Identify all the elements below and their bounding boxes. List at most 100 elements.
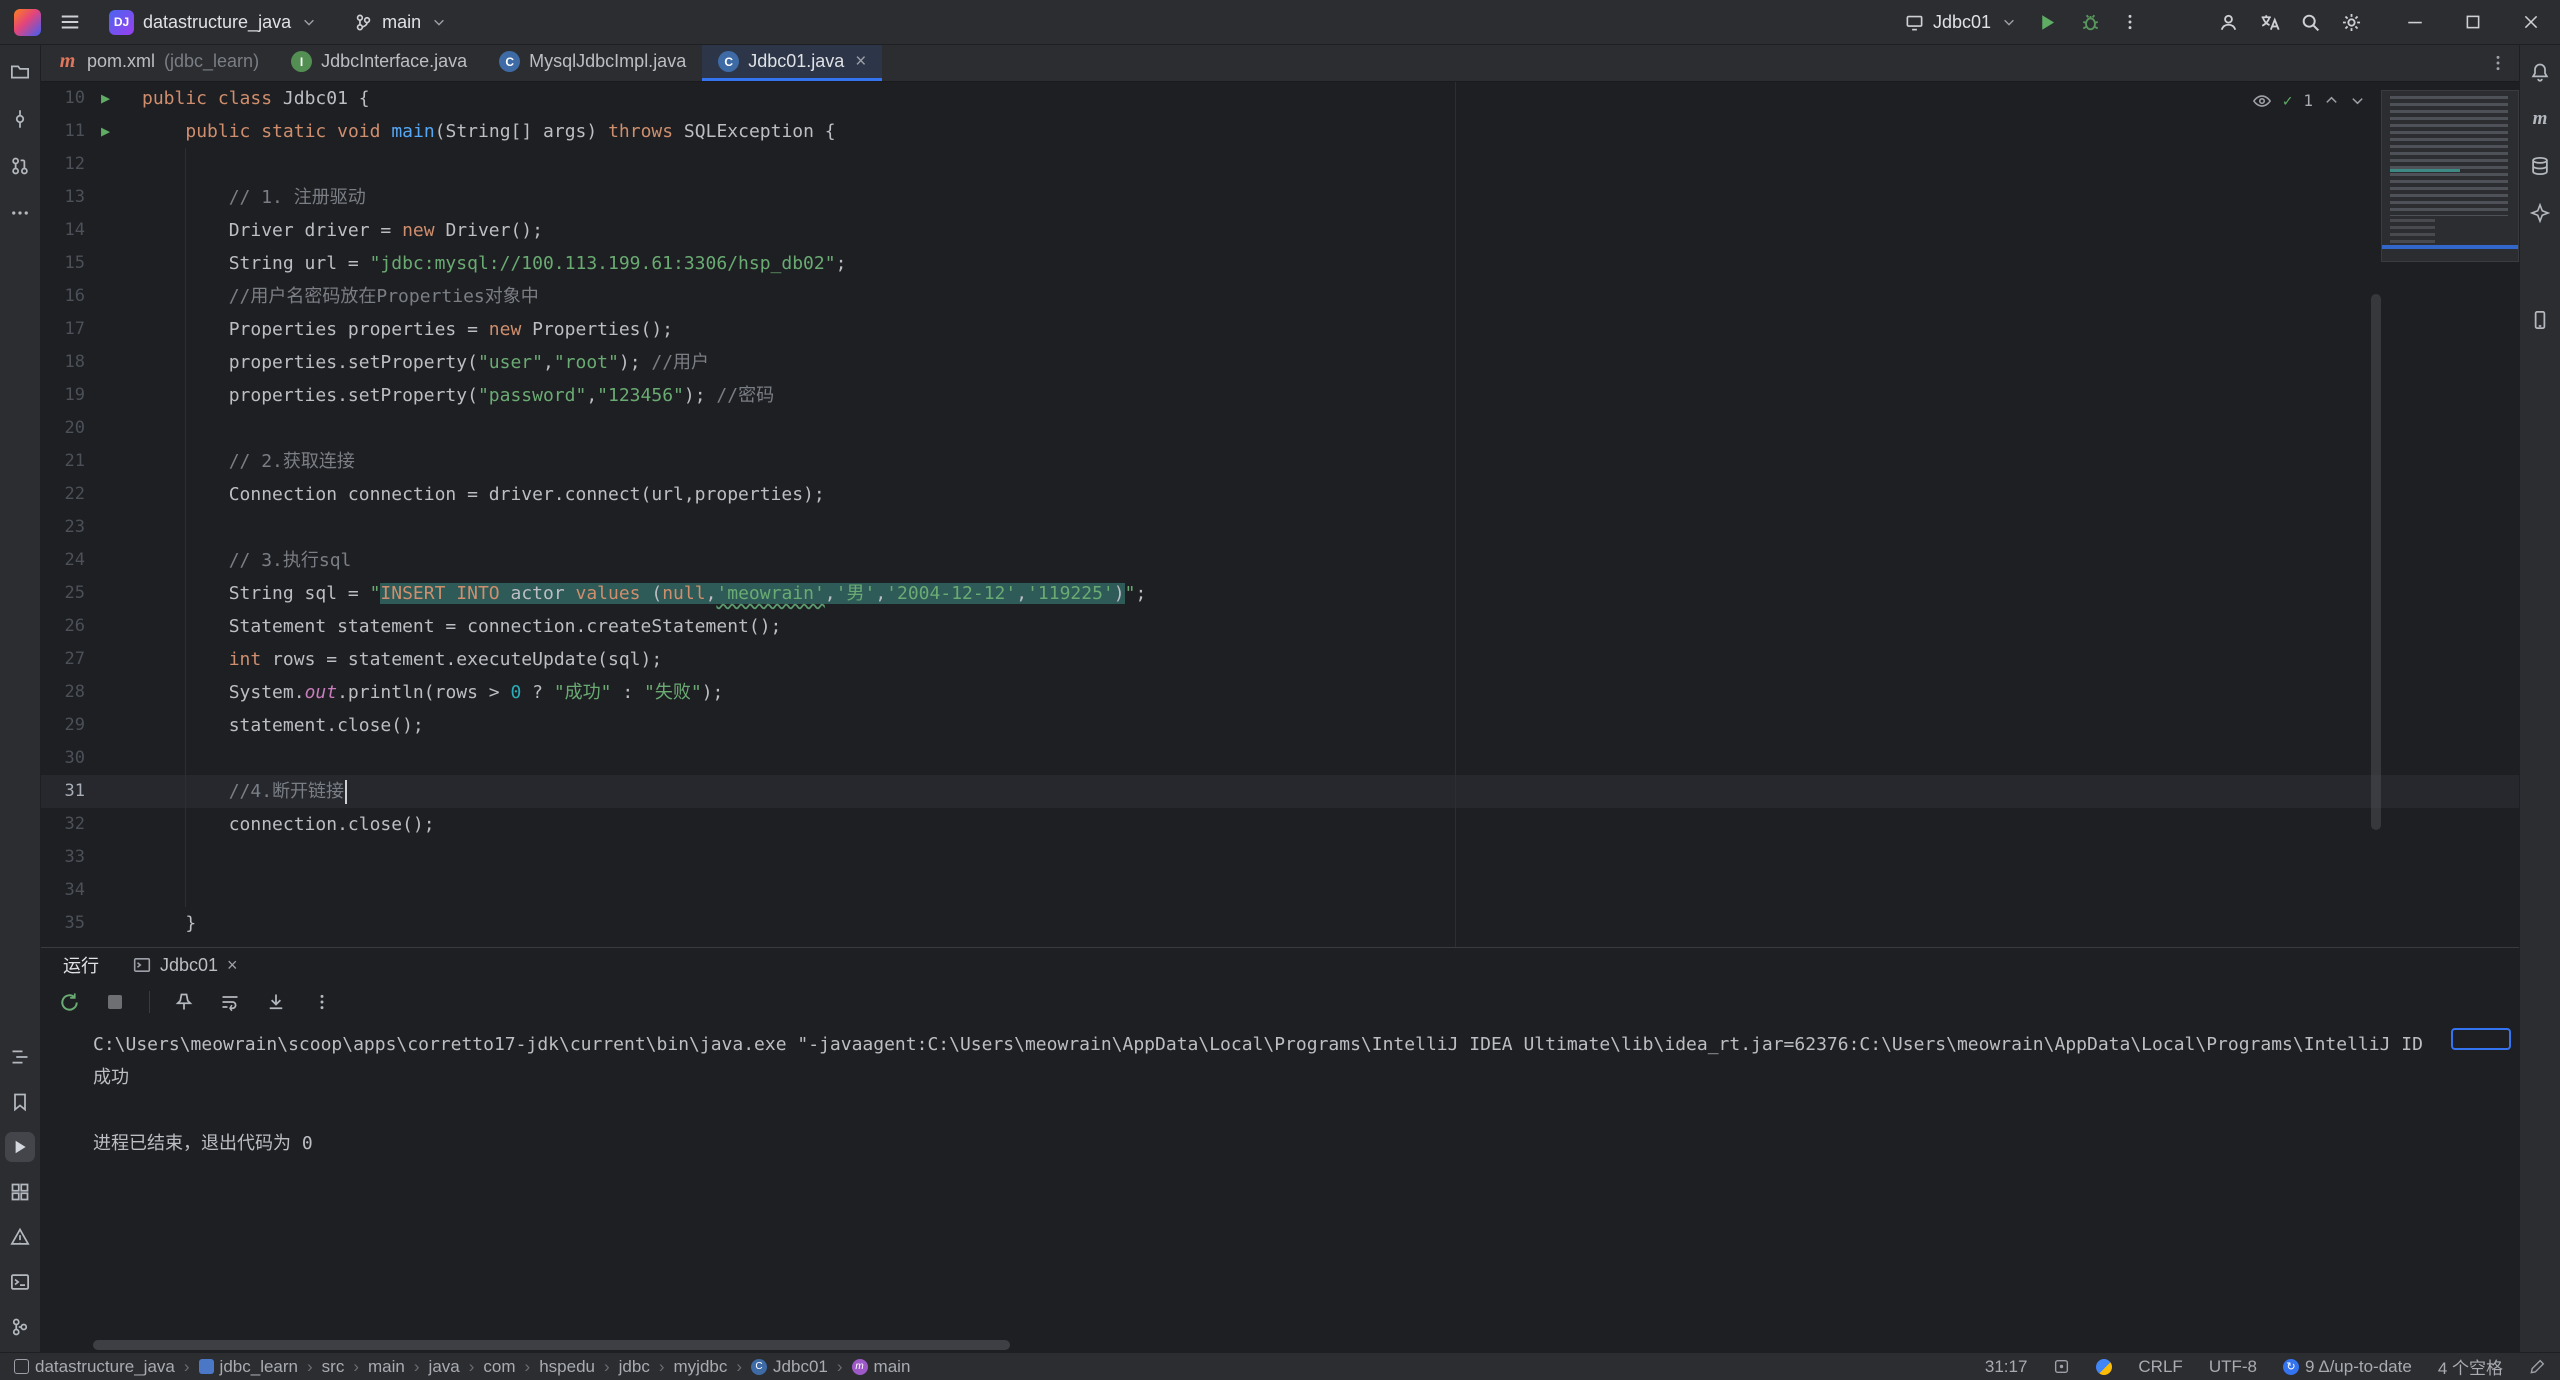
code-line-33[interactable]: 33 [41, 841, 2519, 874]
git-sync-status[interactable]: ↻ 9 Δ/up-to-date [2283, 1357, 2412, 1377]
code-line-29[interactable]: 29 statement.close(); [41, 709, 2519, 742]
breadcrumb-item[interactable]: CJdbc01 [751, 1357, 828, 1377]
bookmarks-icon[interactable] [5, 1087, 35, 1117]
code-line-35[interactable]: 35 } [41, 907, 2519, 940]
breadcrumb-item[interactable]: java [429, 1357, 460, 1377]
code-line-14[interactable]: 14 Driver driver = new Driver(); [41, 214, 2519, 247]
code-line-20[interactable]: 20 [41, 412, 2519, 445]
code-line-23[interactable]: 23 [41, 511, 2519, 544]
close-icon[interactable] [2502, 0, 2560, 45]
next-chevron-icon[interactable] [2350, 93, 2365, 108]
tab-pom.xml[interactable]: mpom.xml (jdbc_learn) [41, 45, 275, 81]
line-ending-selector[interactable]: CRLF [2138, 1357, 2182, 1377]
branch-widget[interactable]: main [344, 7, 456, 38]
code-line-27[interactable]: 27 int rows = statement.executeUpdate(sq… [41, 643, 2519, 676]
run-configuration-widget[interactable]: Jdbc01 [1895, 7, 2026, 38]
encoding-selector[interactable]: UTF-8 [2209, 1357, 2257, 1377]
more-tools-icon[interactable] [5, 198, 35, 228]
indent-selector[interactable]: 4 个空格 [2438, 1354, 2503, 1379]
code-line-32[interactable]: 32 connection.close(); [41, 808, 2519, 841]
problems-icon[interactable] [5, 1222, 35, 1252]
debug-icon[interactable] [2080, 12, 2101, 33]
translate-status-icon[interactable] [2096, 1359, 2112, 1375]
code-line-28[interactable]: 28 System.out.println(rows > 0 ? "成功" : … [41, 676, 2519, 709]
prev-chevron-icon[interactable] [2324, 93, 2339, 108]
device-manager-icon[interactable] [2525, 305, 2555, 335]
services-icon[interactable] [5, 1177, 35, 1207]
code-line-12[interactable]: 12 [41, 148, 2519, 181]
breadcrumb-item[interactable]: main [368, 1357, 405, 1377]
code-line-13[interactable]: 13 // 1. 注册驱动 [41, 181, 2519, 214]
code-line-31[interactable]: 31 //4.断开链接 [41, 775, 2519, 808]
breadcrumb-item[interactable]: com [483, 1357, 515, 1377]
code-line-24[interactable]: 24 // 3.执行sql [41, 544, 2519, 577]
inspection-count[interactable]: 1 [2303, 84, 2313, 117]
status-icon[interactable] [2053, 1358, 2070, 1375]
project-widget[interactable]: DJ datastructure_java [99, 5, 326, 40]
code-editor[interactable]: 10▶public class Jdbc01 {11▶ public stati… [41, 82, 2519, 947]
run-gutter-icon[interactable]: ▶ [101, 82, 110, 115]
code-line-19[interactable]: 19 properties.setProperty("password","12… [41, 379, 2519, 412]
project-folder-icon[interactable] [5, 57, 35, 87]
code-line-11[interactable]: 11▶ public static void main(String[] arg… [41, 115, 2519, 148]
console-horizontal-scrollbar[interactable] [93, 1340, 1010, 1350]
structure-icon[interactable] [5, 1042, 35, 1072]
commit-icon[interactable] [5, 104, 35, 134]
breadcrumb-item[interactable]: myjdbc [674, 1357, 728, 1377]
code-line-22[interactable]: 22 Connection connection = driver.connec… [41, 478, 2519, 511]
code-line-21[interactable]: 21 // 2.获取连接 [41, 445, 2519, 478]
tab-options-icon[interactable] [2489, 45, 2519, 81]
breadcrumb-item[interactable]: jdbc [619, 1357, 650, 1377]
database-icon[interactable] [2525, 151, 2555, 181]
tab-JdbcInterface.java[interactable]: IJdbcInterface.java [275, 45, 483, 81]
settings-gear-icon[interactable] [2341, 12, 2362, 33]
code-line-18[interactable]: 18 properties.setProperty("user","root")… [41, 346, 2519, 379]
maven-icon[interactable]: m [2525, 104, 2555, 134]
code-line-17[interactable]: 17 Properties properties = new Propertie… [41, 313, 2519, 346]
terminal-icon[interactable] [5, 1267, 35, 1297]
code-line-16[interactable]: 16 //用户名密码放在Properties对象中 [41, 280, 2519, 313]
more-icon[interactable] [2121, 13, 2139, 31]
close-tab-icon[interactable]: × [855, 51, 866, 73]
breadcrumb-item[interactable]: src [322, 1357, 345, 1377]
highlight-level-eye-icon[interactable] [2252, 91, 2272, 111]
git-icon[interactable] [5, 1312, 35, 1342]
code-line-10[interactable]: 10▶public class Jdbc01 { [41, 82, 2519, 115]
inspections-widget[interactable]: ✓ 1 [2246, 87, 2371, 114]
tab-Jdbc01.java[interactable]: CJdbc01.java× [702, 45, 882, 81]
minimap[interactable] [2381, 90, 2519, 262]
code-line-36[interactable]: 36} [41, 940, 2519, 947]
pull-requests-icon[interactable] [5, 151, 35, 181]
notifications-icon[interactable] [2525, 57, 2555, 87]
search-icon[interactable] [2300, 12, 2321, 33]
run-button-icon[interactable] [2037, 12, 2058, 33]
breadcrumb-item[interactable]: jdbc_learn [199, 1357, 298, 1377]
minimap-viewport[interactable] [2382, 245, 2518, 249]
code-line-15[interactable]: 15 String url = "jdbc:mysql://100.113.19… [41, 247, 2519, 280]
breadcrumb-item[interactable]: datastructure_java [14, 1357, 175, 1377]
breadcrumb-item[interactable]: hspedu [539, 1357, 595, 1377]
code-line-26[interactable]: 26 Statement statement = connection.crea… [41, 610, 2519, 643]
console-more-icon[interactable] [310, 990, 334, 1014]
menu-icon[interactable] [59, 11, 81, 33]
code-line-30[interactable]: 30 [41, 742, 2519, 775]
editor-scrollbar[interactable] [2371, 294, 2381, 830]
breadcrumb-item[interactable]: mmain [852, 1357, 911, 1377]
soft-wrap-icon[interactable] [218, 990, 242, 1014]
pin-icon[interactable] [172, 990, 196, 1014]
rerun-icon[interactable] [57, 990, 81, 1014]
run-console-tab[interactable]: Jdbc01 × [125, 948, 246, 982]
caret-position[interactable]: 31:17 [1985, 1357, 2028, 1377]
maximize-icon[interactable] [2444, 0, 2502, 45]
minimize-icon[interactable] [2386, 0, 2444, 45]
console-scroll-indicator[interactable] [2451, 1028, 2511, 1050]
tab-MysqlJdbcImpl.java[interactable]: CMysqlJdbcImpl.java [483, 45, 702, 81]
user-icon[interactable] [2218, 12, 2239, 33]
code-line-34[interactable]: 34 [41, 874, 2519, 907]
stop-icon[interactable] [103, 990, 127, 1014]
run-tool-window-icon[interactable] [5, 1132, 35, 1162]
run-gutter-icon[interactable]: ▶ [101, 115, 110, 148]
scroll-to-end-icon[interactable] [264, 990, 288, 1014]
console-output[interactable]: C:\Users\meowrain\scoop\apps\corretto17-… [41, 1024, 2519, 1334]
translate-icon[interactable] [2259, 12, 2280, 33]
